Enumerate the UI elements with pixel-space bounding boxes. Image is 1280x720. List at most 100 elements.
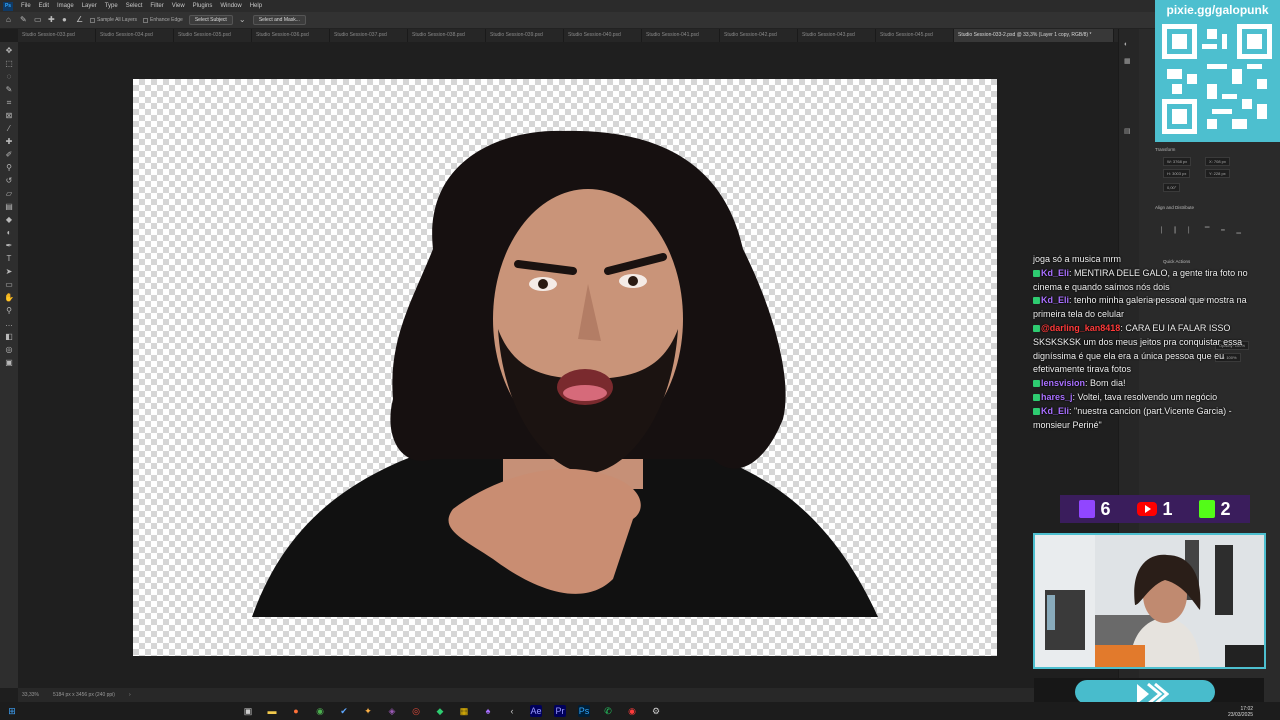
file-explorer-icon[interactable]: ▬ (266, 705, 278, 717)
brush-tool-icon[interactable]: ✐ (4, 150, 14, 160)
menu-edit[interactable]: Edit (35, 3, 53, 9)
align-buttons-row[interactable]: ▕ ┃ ▏ ▔ ━ ▁ (1157, 227, 1246, 234)
lasso-tool-icon[interactable]: ◌ (4, 72, 14, 82)
document-tab[interactable]: Studio Session-036.psd (252, 29, 330, 42)
frame-tool-icon[interactable]: ⊠ (4, 111, 14, 121)
app-icon[interactable]: ◎ (410, 705, 422, 717)
menu-plugins[interactable]: Plugins (189, 3, 217, 9)
document-tab[interactable]: Studio Session-043.psd (798, 29, 876, 42)
windows-start-icon[interactable]: ⊞ (6, 705, 18, 717)
swatches-panel-icon[interactable]: ▦ (1124, 57, 1134, 65)
chat-username[interactable]: Kd_Eli (1041, 268, 1069, 278)
width-field[interactable]: W: 3768 px (1163, 157, 1192, 166)
chat-username[interactable]: hares_j (1041, 392, 1073, 402)
dodge-tool-icon[interactable]: ◐ (4, 228, 14, 238)
document-canvas[interactable] (133, 79, 997, 656)
menu-help[interactable]: Help (246, 3, 266, 9)
height-field[interactable]: H: 3003 px (1163, 169, 1191, 178)
color-panel-icon[interactable]: ◐ (1124, 41, 1134, 49)
photoshop-icon[interactable]: Ps (578, 705, 590, 717)
document-tab[interactable]: Studio Session-039.psd (486, 29, 564, 42)
settings-icon[interactable]: ⚙ (650, 705, 662, 717)
crop-tool-icon[interactable]: ⌗ (4, 98, 14, 108)
select-subject-button[interactable]: Select Subject (188, 15, 233, 25)
screen-mode-icon[interactable]: ▣ (4, 358, 14, 368)
edit-toolbar-icon[interactable]: … (4, 319, 14, 329)
menu-image[interactable]: Image (53, 3, 78, 9)
chat-username[interactable]: Kd_Eli (1041, 406, 1069, 416)
clone-stamp-tool-icon[interactable]: ⚲ (4, 163, 14, 173)
path-selection-tool-icon[interactable]: ➤ (4, 267, 14, 277)
type-tool-icon[interactable]: T (4, 254, 14, 264)
quick-selection-tool-icon[interactable]: ✎ (20, 16, 28, 24)
firefox-icon[interactable]: ● (290, 705, 302, 717)
menu-file[interactable]: File (17, 3, 35, 9)
document-tab[interactable]: Studio Session-041.psd (642, 29, 720, 42)
document-tab[interactable]: Studio Session-037.psd (330, 29, 408, 42)
gradient-tool-icon[interactable]: ▤ (4, 202, 14, 212)
document-tab[interactable]: Studio Session-040.psd (564, 29, 642, 42)
taskbar-clock[interactable]: 17:02 23/03/2025 (1228, 706, 1253, 718)
chevron-down-icon[interactable]: ⌄ (239, 16, 247, 24)
record-icon[interactable]: ◉ (626, 705, 638, 717)
chat-username[interactable]: @darling_kan8418 (1041, 323, 1120, 333)
app-icon[interactable]: ◆ (434, 705, 446, 717)
menu-window[interactable]: Window (216, 3, 245, 9)
app-icon[interactable]: ‹ (506, 705, 518, 717)
healing-brush-tool-icon[interactable]: ✚ (4, 137, 14, 147)
document-tab[interactable]: Studio Session-045.psd (876, 29, 954, 42)
chevron-right-icon[interactable]: › (129, 692, 131, 698)
y-field[interactable]: Y: 228 px (1205, 169, 1230, 178)
app-icon[interactable]: ♠ (482, 705, 494, 717)
document-tab[interactable]: Studio Session-035.psd (174, 29, 252, 42)
menu-view[interactable]: View (168, 3, 189, 9)
document-tab[interactable]: Studio Session-042.psd (720, 29, 798, 42)
document-tab[interactable]: Studio Session-034.psd (96, 29, 174, 42)
task-view-icon[interactable]: ▣ (242, 705, 254, 717)
document-tab[interactable]: Studio Session-033.psd (18, 29, 96, 42)
chat-username[interactable]: Kd_Eli (1041, 295, 1069, 305)
rectangle-tool-icon[interactable]: ▭ (4, 280, 14, 290)
document-tab[interactable]: Studio Session-038.psd (408, 29, 486, 42)
eyedropper-tool-icon[interactable]: ⁄ (4, 124, 14, 134)
sample-all-layers-checkbox[interactable]: Sample All Layers (90, 17, 137, 23)
document-tab-bar: Studio Session-033.psd Studio Session-03… (18, 29, 1118, 42)
app-icon[interactable]: ◈ (386, 705, 398, 717)
brush-size-icon[interactable]: ● (62, 16, 70, 24)
chrome-icon[interactable]: ◉ (314, 705, 326, 717)
enhance-edge-checkbox[interactable]: Enhance Edge (143, 17, 183, 23)
libraries-panel-icon[interactable]: ▤ (1124, 127, 1134, 135)
blur-tool-icon[interactable]: ◆ (4, 215, 14, 225)
home-icon[interactable]: ⌂ (6, 16, 14, 24)
after-effects-icon[interactable]: Ae (530, 705, 542, 717)
premiere-icon[interactable]: Pr (554, 705, 566, 717)
app-icon[interactable]: ✔ (338, 705, 350, 717)
eraser-tool-icon[interactable]: ▱ (4, 189, 14, 199)
hand-tool-icon[interactable]: ✋ (4, 293, 14, 303)
quick-mask-icon[interactable]: ◎ (4, 345, 14, 355)
menu-select[interactable]: Select (122, 3, 147, 9)
pen-tool-icon[interactable]: ✒ (4, 241, 14, 251)
menu-filter[interactable]: Filter (146, 3, 167, 9)
new-selection-icon[interactable]: ▭ (34, 16, 42, 24)
zoom-level[interactable]: 33,33% (22, 692, 39, 698)
app-icon[interactable]: ▦ (458, 705, 470, 717)
move-tool-icon[interactable]: ✥ (4, 46, 14, 56)
select-and-mask-button[interactable]: Select and Mask... (252, 15, 306, 25)
x-field[interactable]: X: 708 px (1205, 157, 1230, 166)
chat-username[interactable]: lensvision (1041, 378, 1085, 388)
foreground-background-color-icon[interactable]: ◧ (4, 332, 14, 342)
quick-selection-tool-icon[interactable]: ✎ (4, 85, 14, 95)
add-to-selection-icon[interactable]: ✚ (48, 16, 56, 24)
active-document-tab[interactable]: Studio Session-033-2.psd @ 33,3% (Layer … (954, 29, 1114, 42)
history-brush-tool-icon[interactable]: ↺ (4, 176, 14, 186)
zoom-tool-icon[interactable]: ⚲ (4, 306, 14, 316)
menu-layer[interactable]: Layer (78, 3, 101, 9)
whatsapp-icon[interactable]: ✆ (602, 705, 614, 717)
angle-icon[interactable]: ∠ (76, 16, 84, 24)
chat-text: joga só a musica mrm (1033, 254, 1122, 264)
marquee-tool-icon[interactable]: ⬚ (4, 59, 14, 69)
app-icon[interactable]: ✦ (362, 705, 374, 717)
menu-type[interactable]: Type (101, 3, 122, 9)
angle-field[interactable]: 0,00° (1163, 183, 1181, 192)
